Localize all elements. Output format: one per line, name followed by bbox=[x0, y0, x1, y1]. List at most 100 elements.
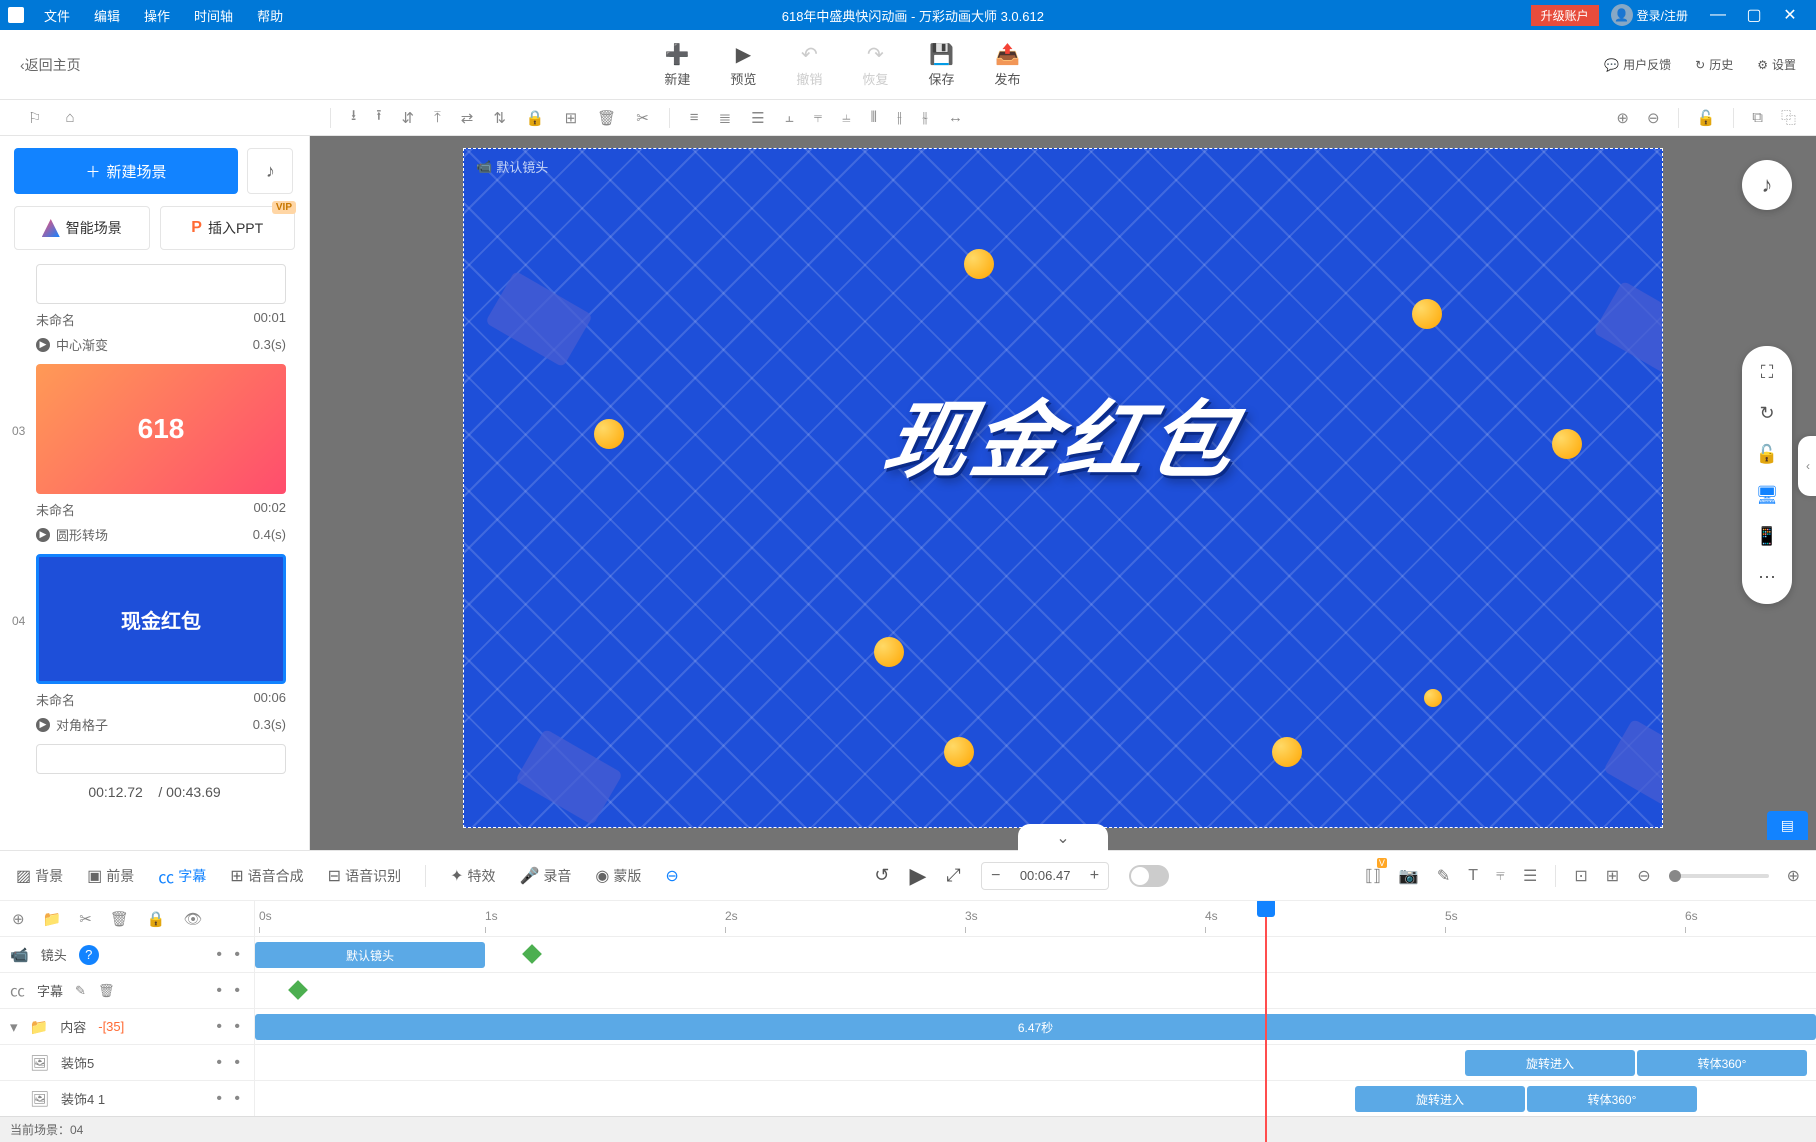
home-icon[interactable]: ⌂ bbox=[65, 109, 74, 127]
playhead[interactable] bbox=[1265, 901, 1267, 1142]
zoom-in-icon[interactable]: ⊕ bbox=[1616, 109, 1629, 127]
minimize-button[interactable]: — bbox=[1700, 6, 1736, 24]
lock-track-icon[interactable]: 🔒 bbox=[147, 910, 166, 928]
scene-thumbnail[interactable]: 618 bbox=[36, 364, 286, 494]
save-action[interactable]: 💾保存 bbox=[928, 42, 954, 88]
align-center-icon[interactable]: ≣ bbox=[719, 109, 732, 127]
group-icon[interactable]: ⊞ bbox=[565, 109, 578, 127]
delete-icon[interactable]: 🗑 bbox=[597, 109, 616, 127]
tab-asr[interactable]: ⊟语音识别 bbox=[328, 866, 401, 886]
tab-record[interactable]: 🎤录音 bbox=[519, 866, 571, 886]
keyframe-icon[interactable]: ⊡ bbox=[1574, 866, 1587, 886]
add-track-icon[interactable]: ⊕ bbox=[12, 910, 25, 928]
more-icon[interactable]: ⋯ bbox=[1758, 567, 1776, 588]
grid-icon[interactable]: ⊞ bbox=[1606, 866, 1619, 886]
track-camera[interactable]: 📹 镜头 ? • • bbox=[0, 937, 254, 973]
cut-icon[interactable]: ✂ bbox=[79, 910, 92, 928]
align-left-icon[interactable]: ≡ bbox=[690, 109, 699, 126]
zoom-slider[interactable] bbox=[1669, 874, 1769, 878]
align-top-icon[interactable]: ⤒ bbox=[434, 109, 441, 126]
play-dot-icon[interactable]: ▶ bbox=[36, 338, 50, 352]
edit-track-icon[interactable]: ✎ bbox=[75, 983, 86, 999]
maximize-button[interactable]: ▢ bbox=[1736, 5, 1772, 25]
track-dots[interactable]: • • bbox=[216, 1054, 244, 1072]
distribute-h-icon[interactable]: ⫴ bbox=[871, 109, 877, 126]
upgrade-button[interactable]: 升级账户 bbox=[1531, 5, 1599, 26]
scene-thumbnail[interactable] bbox=[36, 264, 286, 304]
play-dot-icon[interactable]: ▶ bbox=[36, 718, 50, 732]
anim-clip[interactable]: 转体360° bbox=[1637, 1050, 1807, 1076]
flag-icon[interactable]: ⚐ bbox=[28, 109, 41, 127]
camera-clip[interactable]: 默认镜头 bbox=[255, 942, 485, 968]
text-icon[interactable]: T bbox=[1468, 867, 1478, 885]
delete-track-icon[interactable]: 🗑 bbox=[98, 983, 115, 999]
distribute-v-icon[interactable]: ⫲ bbox=[897, 109, 902, 126]
timeline-ruler[interactable]: 0s 1s 2s 3s 4s 5s 6s bbox=[255, 901, 1816, 937]
anim-clip[interactable]: 旋转进入 bbox=[1465, 1050, 1635, 1076]
time-stepper[interactable]: − 00:06.47 + bbox=[981, 862, 1110, 890]
music-button[interactable]: ♪ bbox=[247, 148, 293, 194]
redo-action[interactable]: ↷恢复 bbox=[862, 42, 888, 88]
eye-icon[interactable]: 👁 bbox=[184, 910, 203, 928]
timeline-tracks[interactable]: 0s 1s 2s 3s 4s 5s 6s 默认镜头 6.47秒 旋转进入 转体 bbox=[255, 901, 1816, 1142]
layer-indicator[interactable]: ▤ bbox=[1767, 811, 1808, 840]
unlock-icon[interactable]: 🔓 bbox=[1756, 444, 1778, 465]
history-button[interactable]: ↻历史 bbox=[1695, 56, 1733, 73]
mobile-icon[interactable]: 📱 bbox=[1756, 526, 1778, 547]
canvas-frame[interactable]: 📹 默认镜头 现金红包 bbox=[463, 148, 1663, 828]
valign-bot-icon[interactable]: ⫨ bbox=[842, 109, 850, 126]
track-dots[interactable]: • • bbox=[216, 946, 244, 964]
new-scene-button[interactable]: ＋ 新建场景 bbox=[14, 148, 238, 194]
scene-item[interactable]: 04 现金红包 未命名 00:06 ▶对角格子 0.3(s) bbox=[14, 554, 295, 734]
tab-more[interactable]: ⊖ bbox=[665, 866, 678, 886]
keyframe-diamond[interactable] bbox=[288, 980, 308, 1000]
tab-tts[interactable]: ⊞语音合成 bbox=[230, 866, 303, 886]
align-middle-icon[interactable]: ⇵ bbox=[402, 109, 415, 127]
marker-icon[interactable]: ⟦⟧ bbox=[1365, 866, 1381, 886]
deco5-track-strip[interactable]: 旋转进入 转体360° bbox=[255, 1045, 1816, 1081]
list-icon[interactable]: ☰ bbox=[1523, 866, 1537, 886]
menu-help[interactable]: 帮助 bbox=[245, 6, 295, 25]
menu-timeline[interactable]: 时间轴 bbox=[182, 6, 245, 25]
lock-icon[interactable]: 🔒 bbox=[526, 109, 545, 127]
tab-foreground[interactable]: ▣前景 bbox=[87, 866, 134, 886]
track-content[interactable]: ▾ 📁 内容-[35] • • bbox=[0, 1009, 254, 1045]
play-button[interactable]: ▶ bbox=[910, 863, 927, 889]
content-track-strip[interactable]: 6.47秒 bbox=[255, 1009, 1816, 1045]
dist-space-icon[interactable]: ↔ bbox=[948, 109, 963, 126]
publish-action[interactable]: 📤发布 bbox=[994, 42, 1020, 88]
desktop-icon[interactable]: 🖥 bbox=[1756, 485, 1779, 506]
tab-background[interactable]: ▨背景 bbox=[16, 866, 63, 886]
anim-clip[interactable]: 旋转进入 bbox=[1355, 1086, 1525, 1112]
scene-item-empty[interactable] bbox=[14, 744, 295, 774]
dist-edge-icon[interactable]: ⫳ bbox=[922, 109, 928, 126]
feedback-button[interactable]: 💬用户反馈 bbox=[1604, 56, 1671, 73]
undo-action[interactable]: ↶撤销 bbox=[796, 42, 822, 88]
track-dots[interactable]: • • bbox=[216, 1090, 244, 1108]
zoom-out-icon[interactable]: ⊖ bbox=[1647, 109, 1660, 127]
scene-thumbnail[interactable]: 现金红包 bbox=[36, 554, 286, 684]
new-action[interactable]: ➕新建 bbox=[664, 42, 690, 88]
preview-action[interactable]: ▶预览 bbox=[730, 42, 756, 88]
side-tab[interactable]: ‹ bbox=[1798, 436, 1816, 496]
settings-button[interactable]: ⚙设置 bbox=[1757, 56, 1796, 73]
zoom-in-tl-icon[interactable]: ⊕ bbox=[1787, 866, 1800, 886]
track-dots[interactable]: • • bbox=[216, 982, 244, 1000]
camera-icon[interactable]: 📷 bbox=[1399, 866, 1419, 886]
folder-icon[interactable]: 📁 bbox=[43, 910, 62, 928]
rewind-icon[interactable]: ↺ bbox=[874, 865, 889, 886]
avatar-icon[interactable]: 👤 bbox=[1611, 4, 1633, 26]
time-plus[interactable]: + bbox=[1080, 867, 1108, 885]
copy-icon[interactable]: ⧉ bbox=[1752, 109, 1763, 126]
download-icon[interactable]: ⭳ bbox=[351, 105, 356, 130]
crop-icon[interactable]: ✂ bbox=[636, 109, 649, 127]
trash-icon[interactable]: 🗑 bbox=[110, 910, 129, 928]
back-button[interactable]: ‹ 返回主页 bbox=[20, 55, 81, 75]
flip-icon[interactable]: ⇄ bbox=[461, 109, 474, 127]
play-dot-icon[interactable]: ▶ bbox=[36, 528, 50, 542]
close-button[interactable]: ✕ bbox=[1772, 5, 1808, 25]
track-deco5[interactable]: 🖼 装饰5 • • bbox=[0, 1045, 254, 1081]
align-right-icon[interactable]: ☰ bbox=[751, 109, 764, 127]
paste-icon[interactable]: ⿻ bbox=[1781, 107, 1796, 128]
scene-item[interactable]: 未命名 00:01 ▶中心渐变 0.3(s) bbox=[14, 264, 295, 354]
